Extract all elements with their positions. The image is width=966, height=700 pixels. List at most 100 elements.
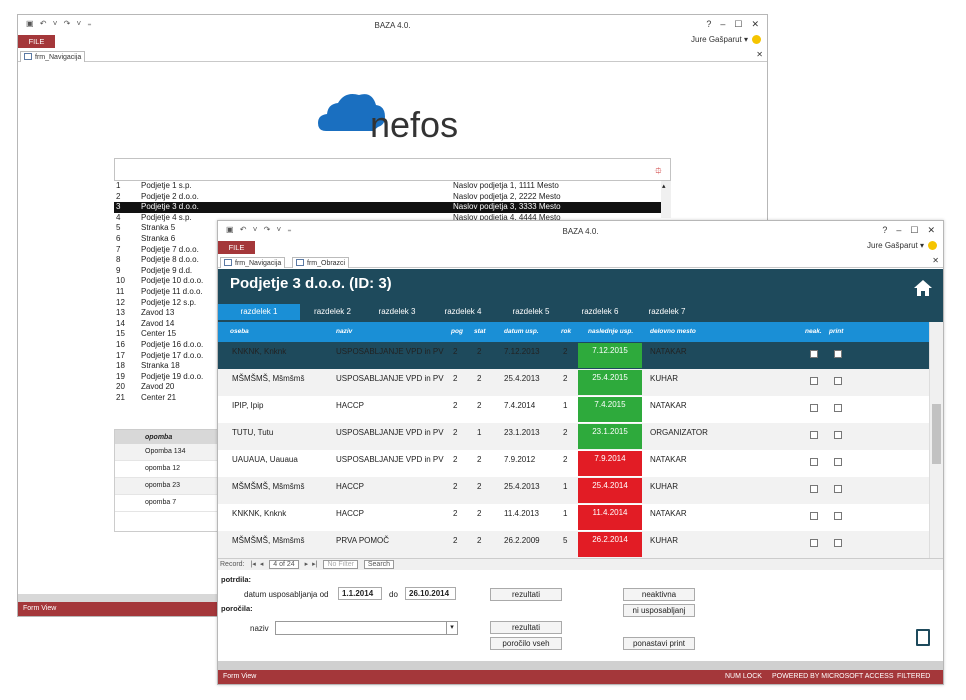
print-checkbox[interactable] (834, 404, 842, 412)
maximize-icon[interactable]: ☐ (910, 225, 918, 235)
tab-razdelek-2[interactable]: razdelek 2 (300, 304, 365, 320)
smiley-icon[interactable] (752, 35, 761, 44)
prev-record-icon[interactable]: ◂ (260, 561, 264, 568)
neaktivna-button[interactable]: neaktivna (623, 588, 695, 601)
tab-frm-obrazci[interactable]: frm_Obrazci (292, 257, 350, 268)
close-tab-icon[interactable]: ✕ (932, 256, 939, 265)
neak-checkbox[interactable] (810, 485, 818, 493)
table-row[interactable]: TUTU, Tutu USPOSABLJANJE VPD in PV 2 1 23.1.… (218, 423, 929, 450)
table-row[interactable]: KNKNK, Knknk HACCP 2 2 11.4.2013 1 11.4.2014 NA… (218, 504, 929, 531)
report-rezultati-button[interactable]: rezultati (490, 621, 562, 634)
print-checkbox[interactable] (834, 539, 842, 547)
user-account[interactable]: Jure Gašparut ▾ (867, 241, 937, 250)
status-text: Form View (23, 605, 57, 612)
cell-stat: 2 (477, 536, 482, 545)
list-item[interactable]: 2 Podjetje 2 d.o.o. Naslov podjetja 2, 222… (114, 192, 671, 203)
user-account[interactable]: Jure Gašparut ▾ (691, 35, 761, 44)
print-checkbox[interactable] (834, 431, 842, 439)
opomba-item[interactable]: Opomba 134 (115, 444, 219, 461)
item-number: 4 (116, 212, 121, 222)
tab-razdelek-7[interactable]: razdelek 7 (635, 304, 699, 320)
ni-usposabljanj-button[interactable]: ni usposabljanj (623, 604, 695, 617)
filter-toggle[interactable]: No Filter (323, 560, 358, 569)
tab-frm-navigacija[interactable]: frm_Navigacija (220, 257, 286, 268)
vertical-scrollbar[interactable] (929, 322, 943, 558)
cell-naslednje: 25.4.2014 (578, 478, 642, 503)
tab-frm-navigacija[interactable]: frm_Navigacija (20, 51, 86, 62)
tab-razdelek-5[interactable]: razdelek 5 (497, 304, 565, 320)
cell-mesto: NATAKAR (650, 347, 687, 356)
table-row[interactable]: MŠMŠMŠ, Mšmšmš USPOSABLJANJE VPD in PV 2 2 2… (218, 369, 929, 396)
print-checkbox[interactable] (834, 350, 842, 358)
opomba-item[interactable]: opomba 12 (115, 461, 219, 478)
tab-razdelek-6[interactable]: razdelek 6 (565, 304, 635, 320)
record-search[interactable]: Search (363, 560, 395, 569)
last-record-icon[interactable]: ▸| (312, 561, 317, 568)
help-icon[interactable]: ? (882, 225, 887, 235)
table-row[interactable]: KNKNK, Knknk USPOSABLJANJE VPD in PV 2 2 7.1… (218, 342, 929, 369)
list-scrollbar[interactable]: ▴ (661, 181, 671, 218)
table-row[interactable]: MŠMŠMŠ, Mšmšmš PRVA POMOČ 2 2 26.2.2009 5 26.2… (218, 531, 929, 558)
list-item[interactable]: 1 Podjetje 1 s.p. Naslov podjetja 1, 1111 … (114, 181, 671, 192)
neak-checkbox[interactable] (810, 350, 818, 358)
item-name: Podjetje 7 d.o.o. (141, 244, 199, 254)
clear-filter-icon[interactable]: ⯐ (655, 164, 663, 181)
settings-page-icon[interactable] (916, 629, 930, 646)
rezultati-button[interactable]: rezultati (490, 588, 562, 601)
search-input[interactable]: ⯐ (114, 158, 671, 181)
close-icon[interactable]: ✕ (751, 19, 759, 29)
close-icon[interactable]: ✕ (927, 225, 935, 235)
print-checkbox[interactable] (834, 377, 842, 385)
date-to-field[interactable]: 26.10.2014 (405, 587, 456, 600)
close-tab-icon[interactable]: ✕ (756, 50, 763, 59)
home-icon[interactable] (913, 279, 933, 297)
neak-checkbox[interactable] (810, 404, 818, 412)
neak-checkbox[interactable] (810, 512, 818, 520)
opomba-item[interactable]: opomba 7 (115, 495, 219, 512)
scroll-thumb[interactable] (932, 404, 941, 464)
neak-checkbox[interactable] (810, 458, 818, 466)
help-icon[interactable]: ? (706, 19, 711, 29)
maximize-icon[interactable]: ☐ (734, 19, 742, 29)
opomba-list: opomba Opomba 134 opomba 12 opomba 23 opomb… (114, 429, 220, 532)
window-controls[interactable]: ? – ☐ ✕ (697, 19, 759, 30)
neak-checkbox[interactable] (810, 431, 818, 439)
file-tab[interactable]: FILE (218, 241, 255, 254)
file-tab[interactable]: FILE (18, 35, 55, 48)
tab-razdelek-1[interactable]: razdelek 1 (218, 304, 300, 320)
item-number: 9 (116, 265, 121, 275)
title-bar: ▣ ↶ ˅ ↷ ˅ ₌ BAZA 4.0. ? – ☐ ✕ (218, 221, 943, 241)
porocilo-vseh-button[interactable]: poročilo vseh (490, 637, 562, 650)
table-row[interactable]: MŠMŠMŠ, Mšmšmš HACCP 2 2 25.4.2013 1 25.4.2014… (218, 477, 929, 504)
opomba-item[interactable]: opomba 23 (115, 478, 219, 495)
print-checkbox[interactable] (834, 458, 842, 466)
date-from-field[interactable]: 1.1.2014 (338, 587, 382, 600)
item-number: 1 (116, 181, 121, 190)
record-position[interactable]: 4 of 24 (269, 560, 299, 569)
tab-label: frm_Navigacija (35, 54, 82, 61)
print-checkbox[interactable] (834, 512, 842, 520)
neak-checkbox[interactable] (810, 377, 818, 385)
cell-mesto: KUHAR (650, 482, 679, 491)
minimize-icon[interactable]: – (720, 19, 725, 29)
tab-razdelek-3[interactable]: razdelek 3 (365, 304, 429, 320)
ponastavi-print-button[interactable]: ponastavi print (623, 637, 695, 650)
print-checkbox[interactable] (834, 485, 842, 493)
naziv-combo[interactable]: ▾ (275, 621, 458, 635)
item-number: 11 (116, 286, 125, 296)
tab-razdelek-4[interactable]: razdelek 4 (429, 304, 497, 320)
first-record-icon[interactable]: |◂ (250, 561, 255, 568)
cell-datum: 11.4.2013 (504, 509, 539, 518)
table-row[interactable]: IPIP, Ipip HACCP 2 2 7.4.2014 1 7.4.2015 NATAKA… (218, 396, 929, 423)
scroll-up-icon[interactable]: ▴ (661, 183, 666, 190)
datum-label: datum usposabljanja od (244, 590, 329, 599)
neak-checkbox[interactable] (810, 539, 818, 547)
smiley-icon[interactable] (928, 241, 937, 250)
minimize-icon[interactable]: – (896, 225, 901, 235)
item-name: Podjetje 11 d.o.o. (141, 286, 203, 296)
table-row[interactable]: UAUAUA, Uauaua USPOSABLJANJE VPD in PV 2 2 7… (218, 450, 929, 477)
list-item[interactable]: 3 Podjetje 3 d.o.o. Naslov podjetja 3, 333… (114, 202, 671, 213)
chevron-down-icon[interactable]: ▾ (446, 622, 457, 634)
next-record-icon[interactable]: ▸ (305, 561, 309, 568)
window-controls[interactable]: ? – ☐ ✕ (873, 225, 935, 236)
